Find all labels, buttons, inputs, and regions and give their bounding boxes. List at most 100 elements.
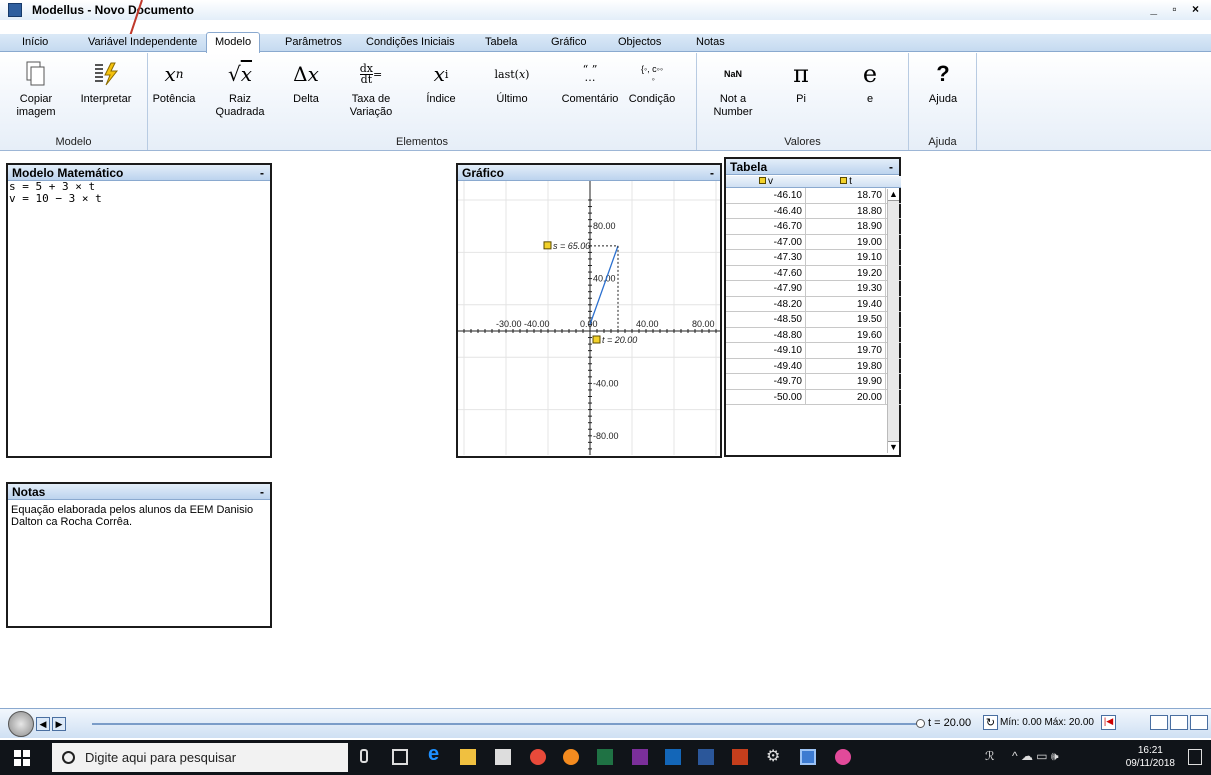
table-cell-t[interactable]: 18.80 <box>806 203 886 218</box>
graph-plot-area[interactable]: -30.00 -40.00 0.00 40.00 80.0080.0040.00-40.… <box>458 181 720 463</box>
scroll-down-icon[interactable]: ▼ <box>888 441 899 453</box>
table-row[interactable]: -47.60 19.20 <box>726 265 901 281</box>
play-button[interactable] <box>8 710 34 737</box>
tab-variavel-independente[interactable]: Variável Independente <box>88 36 197 48</box>
table-row[interactable]: -46.10 18.70 <box>726 188 901 204</box>
table-cell-v[interactable]: -46.10 <box>726 188 806 203</box>
powerpoint-icon[interactable] <box>732 749 748 765</box>
table-cell-t[interactable]: 18.70 <box>806 188 886 203</box>
nan-button[interactable]: NaN Not a Number <box>703 57 763 119</box>
outlook-icon[interactable] <box>665 749 681 765</box>
table-cell-t[interactable]: 20.00 <box>806 389 886 404</box>
table-panel-header[interactable]: Tabela - <box>726 159 899 175</box>
table-row[interactable]: -46.40 18.80 <box>726 203 901 219</box>
table-cell-t[interactable]: 19.60 <box>806 327 886 342</box>
e-button[interactable]: e e <box>840 57 900 106</box>
table-cell-t[interactable]: 19.70 <box>806 343 886 358</box>
table-cell-t[interactable]: 19.50 <box>806 312 886 327</box>
word-icon[interactable] <box>698 749 714 765</box>
time-slider-knob[interactable] <box>916 719 925 728</box>
microphone-icon[interactable] <box>360 749 368 763</box>
table-row[interactable]: -49.40 19.80 <box>726 358 901 374</box>
table-cell-v[interactable]: -46.70 <box>726 219 806 234</box>
power-button[interactable]: xn Potência <box>144 57 204 106</box>
column-header-v[interactable]: v <box>726 176 806 187</box>
table-row[interactable]: -47.00 19.00 <box>726 234 901 250</box>
index-button[interactable]: xi Índice <box>411 57 471 106</box>
table-row[interactable]: -46.70 18.90 <box>726 219 901 235</box>
layout-icon[interactable] <box>1150 715 1168 730</box>
pi-button[interactable]: π Pi <box>771 57 831 106</box>
rate-of-change-button[interactable]: dx dt = Taxa de Variação <box>341 57 401 119</box>
window-controls[interactable]: _ ▫ × <box>1150 2 1205 16</box>
table-cell-t[interactable]: 18.90 <box>806 219 886 234</box>
graph-panel[interactable]: Gráfico - -30.00 -40.00 0.00 40.00 80.00 80.0… <box>456 163 722 463</box>
paint-icon[interactable] <box>835 749 851 765</box>
tab-parametros[interactable]: Parâmetros <box>285 36 342 48</box>
settings-gear-icon[interactable]: ⚙ <box>766 746 782 765</box>
square-root-button[interactable]: √ x Raiz Quadrada <box>210 57 270 119</box>
table-cell-v[interactable]: -49.70 <box>726 374 806 389</box>
firefox-icon[interactable] <box>563 749 579 765</box>
table-cell-t[interactable]: 19.10 <box>806 250 886 265</box>
scroll-up-icon[interactable]: ▲ <box>888 189 899 201</box>
delta-button[interactable]: Δx Delta <box>276 57 336 106</box>
copy-image-button[interactable]: Copiar imagem <box>6 57 66 119</box>
table-cell-v[interactable]: -48.20 <box>726 296 806 311</box>
tab-condicoes-iniciais[interactable]: Condições Iniciais <box>366 36 455 48</box>
last-button[interactable]: last(x) Último <box>482 57 542 106</box>
table-row[interactable]: -50.00 20.00 <box>726 389 901 405</box>
window-layout-icon[interactable] <box>1170 715 1188 730</box>
table-cell-v[interactable]: -48.50 <box>726 312 806 327</box>
step-back-icon[interactable]: ◀ <box>36 716 50 731</box>
notes-panel-header[interactable]: Notas - <box>8 484 270 500</box>
table-cell-v[interactable]: -49.40 <box>726 358 806 373</box>
reset-icon[interactable]: ↻ <box>983 715 998 730</box>
notes-panel[interactable]: Notas - Equação elaborada pelos alunos d… <box>6 482 272 628</box>
tab-grafico[interactable]: Gráfico <box>551 36 586 48</box>
minimize-icon[interactable]: - <box>260 485 264 499</box>
minimize-icon[interactable]: - <box>260 166 264 180</box>
comment-button[interactable]: “ ”… Comentário <box>560 57 620 106</box>
table-cell-v[interactable]: -46.40 <box>726 203 806 218</box>
chrome-icon[interactable] <box>530 749 546 765</box>
notes-text[interactable]: Equação elaborada pelos alunos da EEM Da… <box>8 500 268 532</box>
onenote-icon[interactable] <box>632 749 648 765</box>
column-header-t[interactable]: t <box>806 176 886 187</box>
table-cell-v[interactable]: -47.00 <box>726 234 806 249</box>
windows-start-icon[interactable] <box>14 750 30 766</box>
model-panel-header[interactable]: Modelo Matemático - <box>8 165 270 181</box>
table-cell-v[interactable]: -48.80 <box>726 327 806 342</box>
grid-layout-icon[interactable] <box>1190 715 1208 730</box>
table-cell-t[interactable]: 19.80 <box>806 358 886 373</box>
table-row[interactable]: -48.20 19.40 <box>726 296 901 312</box>
condition-button[interactable]: {◦, c◦◦ ◦ Condição <box>622 57 682 106</box>
table-scrollbar[interactable]: ▲ ▼ <box>887 189 899 453</box>
table-cell-t[interactable]: 19.20 <box>806 265 886 280</box>
table-cell-v[interactable]: -47.90 <box>726 281 806 296</box>
tab-objectos[interactable]: Objectos <box>618 36 661 48</box>
edge-icon[interactable]: e <box>428 743 444 765</box>
time-slider-track[interactable] <box>92 723 920 725</box>
taskbar-search[interactable]: Digite aqui para pesquisar <box>52 743 348 772</box>
model-panel[interactable]: Modelo Matemático - s = 5 + 3 × t v = 10… <box>6 163 272 458</box>
task-view-icon[interactable] <box>392 749 408 765</box>
store-icon[interactable] <box>495 749 511 765</box>
tab-tabela[interactable]: Tabela <box>485 36 517 48</box>
system-tray-icons[interactable]: ^ ☁ ▭ 🕪 <box>1012 749 1092 765</box>
table-cell-t[interactable]: 19.90 <box>806 374 886 389</box>
table-cell-v[interactable]: -47.30 <box>726 250 806 265</box>
table-panel[interactable]: Tabela - v t -46.10 18.70 -46.40 18.80 -46.7… <box>724 157 901 457</box>
table-row[interactable]: -48.80 19.60 <box>726 327 901 343</box>
people-icon[interactable]: ℛ <box>985 749 1001 765</box>
table-row[interactable]: -49.10 19.70 <box>726 343 901 359</box>
tab-notas[interactable]: Notas <box>696 36 725 48</box>
table-row[interactable]: -47.90 19.30 <box>726 281 901 297</box>
table-row[interactable]: -47.30 19.10 <box>726 250 901 266</box>
excel-icon[interactable] <box>597 749 613 765</box>
table-row[interactable]: -48.50 19.50 <box>726 312 901 328</box>
minimize-icon[interactable]: - <box>710 166 714 180</box>
interpret-button[interactable]: Interpretar <box>76 57 136 106</box>
file-explorer-icon[interactable] <box>460 749 476 765</box>
table-cell-t[interactable]: 19.30 <box>806 281 886 296</box>
